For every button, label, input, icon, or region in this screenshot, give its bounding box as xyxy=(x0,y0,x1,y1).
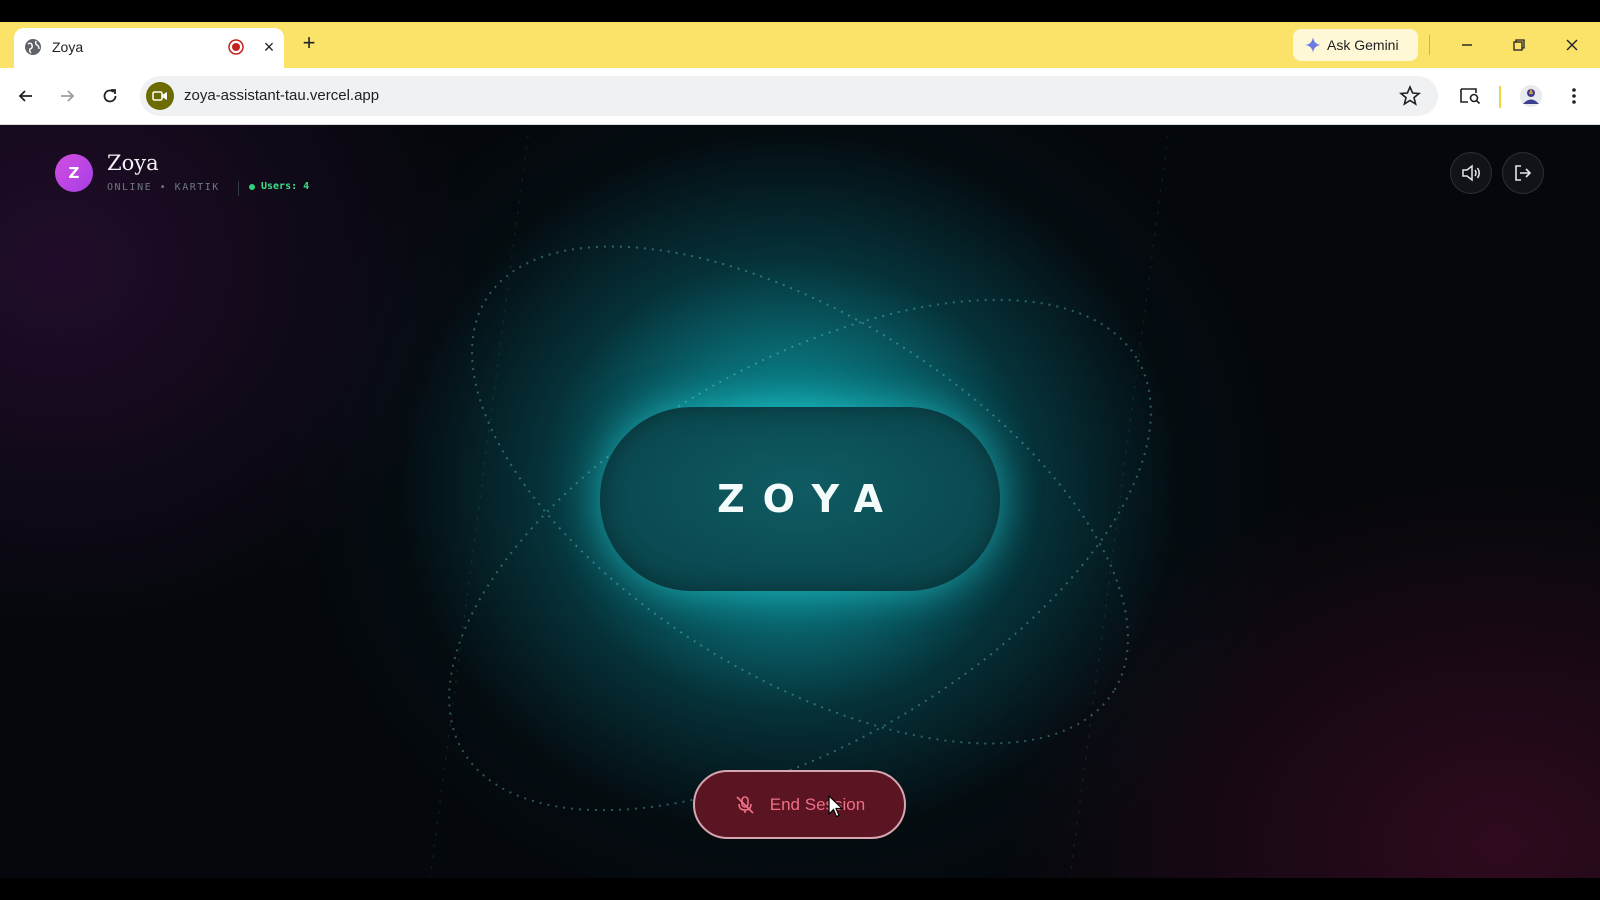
arrow-right-icon xyxy=(61,90,75,102)
divider xyxy=(1429,35,1430,55)
forward-button[interactable] xyxy=(53,82,81,110)
kebab-menu-icon xyxy=(1572,88,1576,104)
globe-icon xyxy=(25,39,41,55)
screen-frame-top xyxy=(0,0,1600,22)
mic-off-icon xyxy=(736,795,754,814)
lens-search-button[interactable] xyxy=(1456,82,1484,110)
browser-tab[interactable]: Zoya × xyxy=(14,28,284,68)
online-dot-icon xyxy=(249,183,255,190)
mouse-cursor-icon xyxy=(828,795,844,818)
tab-close-button[interactable]: × xyxy=(258,36,280,58)
assistant-title: ZOYA xyxy=(717,477,901,521)
logout-icon xyxy=(1515,165,1532,181)
end-session-button[interactable]: End Session xyxy=(693,770,906,839)
profile-button[interactable] xyxy=(1517,82,1545,110)
logout-button[interactable] xyxy=(1502,152,1544,194)
restore-button[interactable] xyxy=(1504,30,1534,60)
app-name: Zoya xyxy=(107,151,159,175)
browser-tab-strip: Zoya × + Ask Gemini xyxy=(0,22,1600,68)
new-tab-button[interactable]: + xyxy=(296,30,322,56)
users-count: Users: 4 xyxy=(261,181,310,192)
ask-gemini-button[interactable]: Ask Gemini xyxy=(1293,29,1430,61)
close-icon xyxy=(1566,39,1578,51)
bookmark-star-icon[interactable] xyxy=(1398,84,1422,108)
divider xyxy=(238,181,239,196)
sound-toggle-button[interactable] xyxy=(1450,152,1492,194)
recording-icon xyxy=(228,39,244,55)
end-session-label: End Session xyxy=(769,794,866,814)
browser-menu-button[interactable] xyxy=(1560,82,1588,110)
minimize-button[interactable] xyxy=(1452,30,1482,60)
tab-title: Zoya xyxy=(52,39,84,55)
close-window-button[interactable] xyxy=(1557,30,1587,60)
assistant-core-pill[interactable]: ZOYA xyxy=(600,407,1000,591)
site-camera-icon[interactable] xyxy=(146,82,174,110)
ask-gemini-label: Ask Gemini xyxy=(1327,37,1399,53)
toolbar-divider xyxy=(1499,86,1501,108)
address-bar[interactable]: zoya-assistant-tau.vercel.app xyxy=(140,76,1438,116)
speaker-icon xyxy=(1462,164,1480,182)
back-button[interactable] xyxy=(12,82,40,110)
app-viewport: Z Zoya ONLINE • KARTIK Users: 4 ZOYA End… xyxy=(0,125,1600,878)
status-text: ONLINE • KARTIK xyxy=(107,182,220,193)
restore-icon xyxy=(1513,39,1525,51)
users-badge: Users: 4 xyxy=(249,181,309,192)
reload-icon xyxy=(103,89,117,103)
screen-frame-bottom xyxy=(0,878,1600,900)
url-text: zoya-assistant-tau.vercel.app xyxy=(184,87,380,104)
avatar: Z xyxy=(55,154,93,192)
reload-button[interactable] xyxy=(96,82,124,110)
lens-search-icon xyxy=(1460,88,1481,105)
arrow-left-icon xyxy=(18,90,32,102)
profile-avatar-icon xyxy=(1520,85,1542,107)
gemini-sparkle-icon xyxy=(1305,37,1321,53)
minimize-icon xyxy=(1462,44,1472,46)
browser-toolbar: zoya-assistant-tau.vercel.app xyxy=(0,68,1600,125)
